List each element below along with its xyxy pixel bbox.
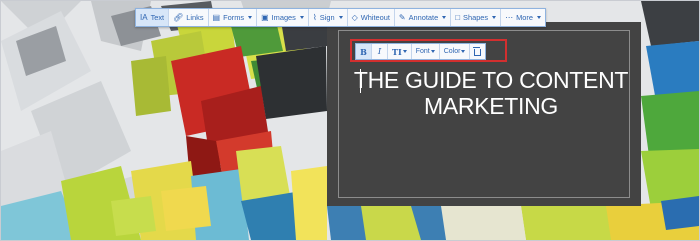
sign-tool-label: Sign (319, 13, 335, 22)
font-size-button[interactable]: TI (388, 44, 412, 59)
images-tool-label: Images (271, 13, 296, 22)
font-dropdown-label: Font (415, 48, 430, 55)
headline-line-2: MARKETING (423, 93, 559, 119)
chevron-down-icon (492, 16, 497, 19)
chevron-down-icon (299, 16, 304, 19)
editable-headline-text[interactable]: THE GUIDE TO CONTENT MARKETING (351, 67, 631, 119)
shapes-icon: □ (455, 12, 461, 22)
headline-line-1: THE GUIDE TO CONTENT (353, 67, 629, 93)
more-icon: ⋯ (505, 12, 514, 22)
more-tool-button[interactable]: ⋯ More (501, 9, 545, 26)
text-cursor (360, 69, 361, 93)
pencil-icon: ✎ (398, 12, 406, 22)
chevron-down-icon (536, 16, 541, 19)
document-page: IA Text 🔗︎ Links ▤ Forms ▣ Images ⌇ Sign… (0, 0, 700, 241)
forms-tool-label: Forms (223, 13, 245, 22)
sign-tool-button[interactable]: ⌇ Sign (309, 9, 348, 26)
italic-button[interactable]: I (372, 44, 388, 59)
annotate-tool-label: Annotate (408, 13, 439, 22)
color-dropdown-label: Color (443, 48, 461, 55)
signature-icon: ⌇ (312, 12, 317, 22)
font-size-icon: TI (392, 46, 402, 57)
forms-tool-button[interactable]: ▤ Forms (209, 9, 258, 26)
annotate-tool-button[interactable]: ✎ Annotate (395, 9, 452, 26)
bold-button[interactable]: B (356, 44, 372, 59)
links-tool-button[interactable]: 🔗︎ Links (169, 9, 209, 26)
shapes-tool-label: Shapes (463, 13, 489, 22)
whiteout-tool-label: Whiteout (360, 13, 390, 22)
images-tool-button[interactable]: ▣ Images (257, 9, 309, 26)
delete-text-button[interactable] (470, 44, 485, 59)
font-dropdown[interactable]: Font (412, 44, 440, 59)
chevron-down-icon (338, 16, 343, 19)
whiteout-tool-button[interactable]: ◇ Whiteout (348, 9, 395, 26)
chevron-down-icon (442, 16, 447, 19)
link-icon: 🔗︎ (173, 12, 184, 22)
shapes-tool-button[interactable]: □ Shapes (451, 9, 502, 26)
eraser-icon: ◇ (351, 12, 358, 22)
chevron-down-icon (402, 50, 407, 53)
image-icon: ▣ (261, 12, 269, 22)
main-toolbar: IA Text 🔗︎ Links ▤ Forms ▣ Images ⌇ Sign… (135, 8, 546, 27)
color-dropdown[interactable]: Color (440, 44, 471, 59)
chevron-down-icon (248, 16, 253, 19)
text-format-toolbar: B I TI Font Color (355, 43, 487, 60)
links-tool-label: Links (186, 13, 204, 22)
more-tool-label: More (516, 13, 533, 22)
chevron-down-icon (430, 50, 435, 53)
trash-icon (473, 47, 482, 56)
text-tool-button[interactable]: IA Text (136, 9, 170, 26)
text-tool-label: Text (150, 13, 165, 22)
text-icon: IA (140, 12, 148, 22)
forms-icon: ▤ (212, 12, 221, 22)
chevron-down-icon (461, 50, 466, 53)
